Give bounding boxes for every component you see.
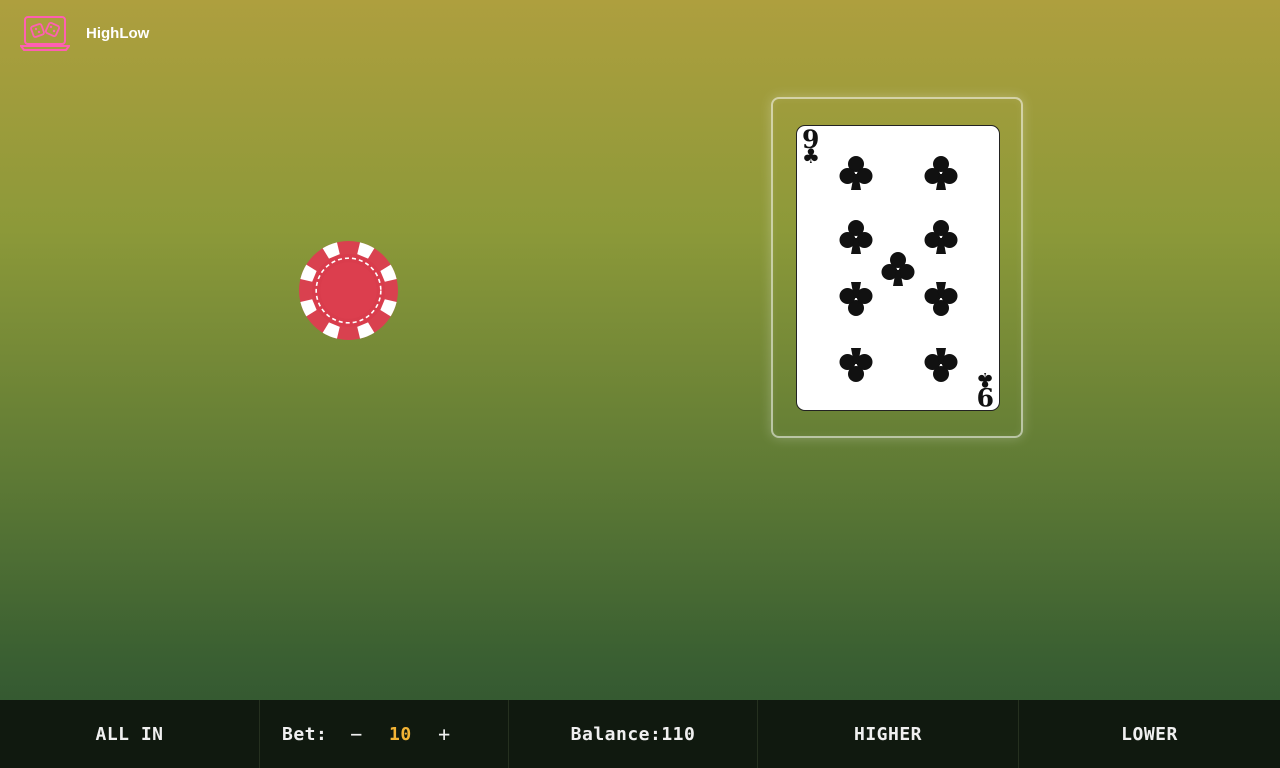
club-pip — [924, 348, 958, 382]
club-pip — [924, 282, 958, 316]
club-pip — [839, 282, 873, 316]
club-pip — [839, 220, 873, 254]
bet-amount: 10 — [389, 723, 412, 745]
club-pip — [924, 220, 958, 254]
all-in-button[interactable]: ALL IN — [0, 700, 260, 768]
app-title: HighLow — [86, 24, 150, 42]
club-pip — [839, 156, 873, 190]
club-pip — [839, 348, 873, 382]
bet-decrease-button[interactable]: − — [345, 722, 367, 746]
control-bar: ALL IN Bet: − 10 + Balance:110 HIGHER LO… — [0, 700, 1280, 768]
higher-label: HIGHER — [853, 723, 923, 745]
app-header: HighLow — [20, 14, 149, 52]
card-pips — [839, 156, 958, 382]
bet-increase-button[interactable]: + — [433, 722, 455, 746]
balance-label: Balance:110 — [570, 723, 696, 745]
poker-chip-icon — [299, 241, 398, 340]
laptop-dice-icon — [20, 16, 70, 51]
club-pip — [924, 156, 958, 190]
playing-card: 9 ♣ 9 ♣ — [796, 125, 1000, 411]
lower-button[interactable]: LOWER — [1019, 700, 1280, 768]
balance-display: Balance:110 — [509, 700, 758, 768]
club-pip — [881, 252, 915, 286]
bet-control: Bet: − 10 + — [260, 700, 509, 768]
bet-label: Bet: — [282, 723, 328, 745]
higher-button[interactable]: HIGHER — [758, 700, 1019, 768]
all-in-label: ALL IN — [95, 723, 164, 745]
lower-label: LOWER — [1121, 723, 1178, 745]
